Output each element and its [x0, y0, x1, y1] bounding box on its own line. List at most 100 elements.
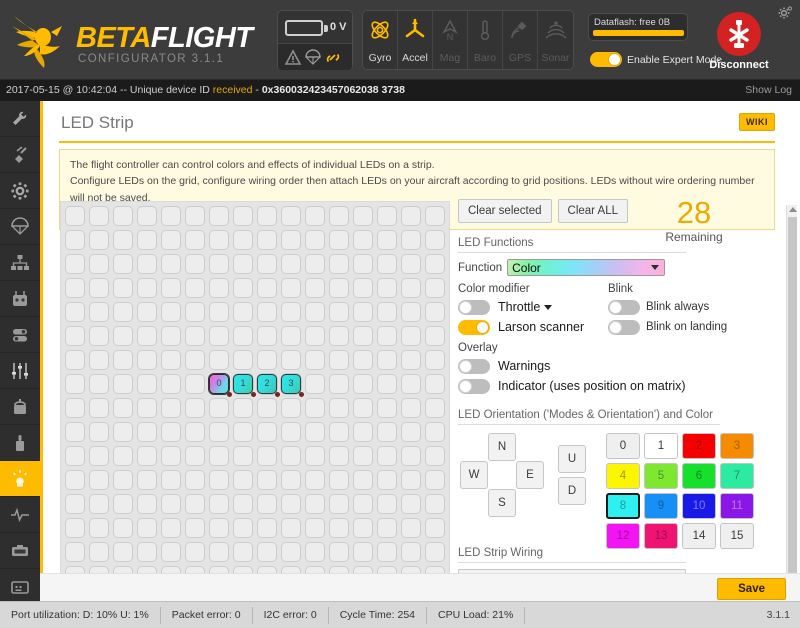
led-cell[interactable]	[111, 516, 135, 540]
led-cell[interactable]	[423, 252, 447, 276]
led-cell[interactable]	[159, 540, 183, 564]
led-cell[interactable]	[423, 492, 447, 516]
led-cell[interactable]	[303, 540, 327, 564]
led-cell[interactable]	[399, 444, 423, 468]
led-cell[interactable]	[207, 348, 231, 372]
scrollbar-thumb[interactable]	[788, 217, 797, 601]
led-cell[interactable]	[231, 468, 255, 492]
led-cell[interactable]	[231, 516, 255, 540]
led-cell[interactable]	[375, 204, 399, 228]
led-cell[interactable]	[159, 276, 183, 300]
direction-down-button[interactable]: D	[558, 477, 586, 505]
led-cell[interactable]	[63, 276, 87, 300]
led-cell[interactable]	[303, 276, 327, 300]
color-swatch-7[interactable]: 7	[720, 463, 754, 489]
led-cell[interactable]	[135, 204, 159, 228]
led-cell[interactable]	[255, 348, 279, 372]
led-cell[interactable]	[255, 444, 279, 468]
led-cell[interactable]	[183, 492, 207, 516]
content-scrollbar[interactable]	[786, 205, 797, 601]
led-cell[interactable]	[327, 324, 351, 348]
led-cell[interactable]	[207, 468, 231, 492]
led-cell[interactable]	[111, 300, 135, 324]
chevron-down-icon[interactable]	[544, 304, 553, 310]
led-grid[interactable]: 0 1 2 3	[61, 202, 449, 590]
led-cell[interactable]	[375, 492, 399, 516]
led-cell[interactable]	[231, 444, 255, 468]
led-cell[interactable]	[327, 372, 351, 396]
led-cell[interactable]	[111, 396, 135, 420]
color-swatch-14[interactable]: 14	[682, 523, 716, 549]
direction-east-button[interactable]: E	[516, 461, 544, 489]
show-log-link[interactable]: Show Log	[745, 84, 792, 96]
color-swatch-6[interactable]: 6	[682, 463, 716, 489]
led-cell[interactable]	[375, 420, 399, 444]
led-cell[interactable]	[207, 540, 231, 564]
sidebar-item-modes[interactable]	[0, 317, 40, 353]
direction-north-button[interactable]: N	[488, 433, 516, 461]
led-cell[interactable]	[183, 516, 207, 540]
led-cell[interactable]	[63, 228, 87, 252]
led-cell[interactable]	[327, 540, 351, 564]
led-cell[interactable]	[63, 252, 87, 276]
led-cell[interactable]	[327, 300, 351, 324]
led-cell[interactable]	[111, 348, 135, 372]
clear-all-button[interactable]: Clear ALL	[557, 199, 629, 223]
color-swatch-10[interactable]: 10	[682, 493, 716, 519]
led-cell[interactable]	[399, 540, 423, 564]
led-cell[interactable]	[135, 492, 159, 516]
led-cell[interactable]	[255, 276, 279, 300]
expert-mode-control[interactable]: Enable Expert Mode	[590, 52, 722, 67]
led-cell[interactable]	[111, 228, 135, 252]
led-cell[interactable]	[399, 252, 423, 276]
led-cell[interactable]	[399, 468, 423, 492]
led-cell[interactable]	[327, 420, 351, 444]
led-cell[interactable]	[87, 276, 111, 300]
direction-south-button[interactable]: S	[488, 489, 516, 517]
led-cell[interactable]	[135, 372, 159, 396]
led-cell[interactable]	[375, 228, 399, 252]
led-cell[interactable]	[279, 540, 303, 564]
led-cell[interactable]	[255, 492, 279, 516]
led-cell[interactable]	[183, 252, 207, 276]
led-cell[interactable]	[207, 396, 231, 420]
sidebar-item-ports[interactable]	[0, 137, 40, 173]
led-cell[interactable]	[87, 372, 111, 396]
led-cell[interactable]	[279, 444, 303, 468]
led-cell[interactable]	[63, 516, 87, 540]
blink-on-landing-row[interactable]: Blink on landing	[608, 318, 758, 336]
color-swatch-2[interactable]: 2	[682, 433, 716, 459]
led-cell[interactable]	[255, 228, 279, 252]
led-cell[interactable]	[279, 420, 303, 444]
led-grid-container[interactable]: 0 1 2 3	[60, 201, 450, 593]
led-cell[interactable]	[87, 468, 111, 492]
led-cell[interactable]	[63, 324, 87, 348]
led-cell-active[interactable]: 2	[255, 372, 280, 397]
led-cell[interactable]	[63, 492, 87, 516]
led-cell[interactable]	[423, 468, 447, 492]
led-cell[interactable]	[63, 372, 87, 396]
blink-on-landing-toggle[interactable]	[608, 319, 640, 335]
led-cell[interactable]	[111, 372, 135, 396]
led-cell[interactable]	[111, 252, 135, 276]
led-cell[interactable]	[63, 444, 87, 468]
led-cell[interactable]	[87, 324, 111, 348]
led-cell[interactable]	[279, 492, 303, 516]
led-cell[interactable]	[135, 420, 159, 444]
led-cell[interactable]	[159, 396, 183, 420]
color-swatch-11[interactable]: 11	[720, 493, 754, 519]
led-cell[interactable]	[231, 204, 255, 228]
led-cell[interactable]	[399, 348, 423, 372]
led-cell[interactable]	[135, 276, 159, 300]
expert-mode-toggle[interactable]	[590, 52, 622, 67]
sidebar-item-led-strip[interactable]	[0, 461, 40, 497]
led-cell[interactable]	[351, 324, 375, 348]
led-cell[interactable]	[135, 540, 159, 564]
led-cell[interactable]	[399, 420, 423, 444]
led-cell-active[interactable]: 1	[231, 372, 256, 397]
led-cell[interactable]	[375, 252, 399, 276]
led-cell[interactable]	[303, 348, 327, 372]
led-cell[interactable]	[231, 420, 255, 444]
led-cell[interactable]	[183, 372, 207, 396]
led-cell[interactable]	[183, 396, 207, 420]
